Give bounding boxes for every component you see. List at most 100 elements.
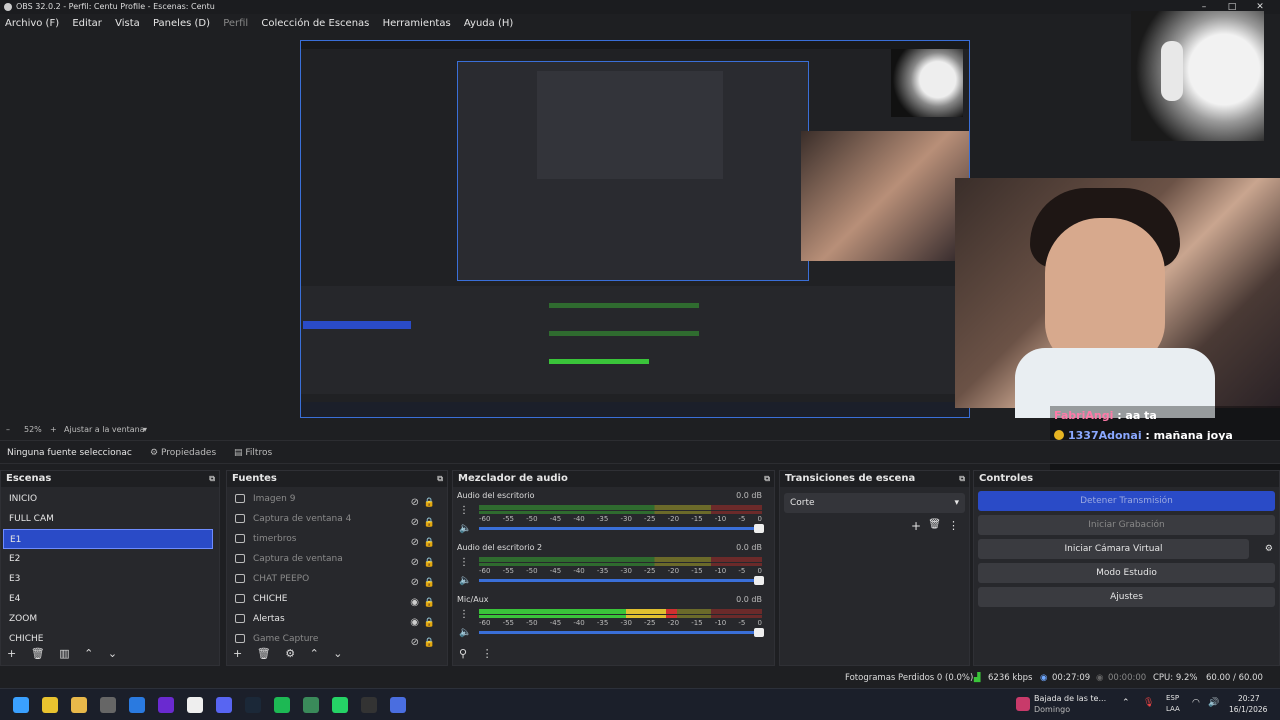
scene-item[interactable]: FULL CAM <box>3 509 213 529</box>
add-transition-button[interactable]: + <box>911 519 921 533</box>
chevron-up-icon[interactable]: ⌃ <box>1122 698 1130 708</box>
menu-editar[interactable]: Editar <box>67 14 107 34</box>
channel-menu-icon[interactable]: ⋮ <box>459 557 469 568</box>
menu-ayuda[interactable]: Ayuda (H) <box>459 14 518 34</box>
stop-stream-button[interactable]: Detener Transmisión <box>978 491 1275 511</box>
zoom-in-button[interactable]: + <box>50 422 57 438</box>
menu-archivo[interactable]: Archivo (F) <box>0 14 64 34</box>
speaker-icon[interactable]: 🔈 <box>459 575 471 586</box>
obs-icon[interactable] <box>361 697 377 713</box>
menu-herramientas[interactable]: Herramientas <box>378 14 456 34</box>
fit-dropdown-icon[interactable]: ▾ <box>143 422 147 438</box>
notion-icon[interactable] <box>187 697 203 713</box>
menu-vista[interactable]: Vista <box>110 14 145 34</box>
channel-db: 0.0 dB <box>736 595 762 604</box>
sources-header: Fuentes ⧉ <box>227 471 447 487</box>
windows-start-icon[interactable] <box>13 697 29 713</box>
move-up-button[interactable]: ⌃ <box>310 647 319 660</box>
source-item[interactable]: CHAT PEEPO ⊘ 🔒 <box>227 569 447 589</box>
transition-menu-icon[interactable]: ⋮ <box>948 519 959 532</box>
studio-mode-button[interactable]: Modo Estudio <box>978 563 1275 583</box>
source-item[interactable]: timerbros ⊘ 🔒 <box>227 529 447 549</box>
volume-slider[interactable] <box>479 576 764 585</box>
calculator-icon[interactable] <box>303 697 319 713</box>
volume-slider[interactable] <box>479 628 764 637</box>
source-item[interactable]: Captura de ventana 4 ⊘ 🔒 <box>227 509 447 529</box>
scene-item[interactable]: E4 <box>3 589 213 609</box>
virtual-cam-settings-icon[interactable]: ⚙ <box>1265 539 1273 559</box>
menu-paneles[interactable]: Paneles (D) <box>148 14 215 34</box>
volume-icon[interactable]: 🔊 <box>1208 698 1219 708</box>
microphone-icon[interactable]: 🎙 <box>1143 698 1154 708</box>
photoshop-icon[interactable] <box>129 697 145 713</box>
zoom-out-button[interactable]: – <box>6 422 10 438</box>
slider-handle[interactable] <box>754 524 764 533</box>
volume-meter <box>479 615 762 618</box>
discord-icon[interactable] <box>216 697 232 713</box>
volume-slider[interactable] <box>479 524 764 533</box>
language-code[interactable]: ESP <box>1166 694 1179 702</box>
chat-username: FabriAngi <box>1054 409 1114 422</box>
wifi-icon[interactable]: ◠ <box>1192 698 1200 708</box>
remove-scene-button[interactable]: 🗑 <box>31 647 45 660</box>
scene-item[interactable]: E1 <box>3 529 213 549</box>
stream-time: 00:27:09 <box>1052 673 1091 683</box>
channel-menu-icon[interactable]: ⋮ <box>459 505 469 516</box>
record-icon: ◉ <box>1096 673 1104 683</box>
app-icon[interactable] <box>390 697 406 713</box>
menu-perfil[interactable]: Perfil <box>218 14 253 34</box>
source-item[interactable]: Captura de ventana ⊘ 🔒 <box>227 549 447 569</box>
source-item[interactable]: Alertas ◉ 🔒 <box>227 609 447 629</box>
obs-recording-icon[interactable] <box>100 697 116 713</box>
chrome-icon[interactable] <box>42 697 58 713</box>
move-up-button[interactable]: ⌃ <box>84 647 93 660</box>
file-explorer-icon[interactable] <box>71 697 87 713</box>
source-settings-button[interactable]: ⚙ <box>285 647 295 660</box>
news-title[interactable]: Bajada de las te... <box>1034 694 1106 703</box>
mixer-link-icon[interactable]: ⚲ <box>459 647 467 660</box>
transition-select[interactable]: Corte ▾ <box>784 493 965 513</box>
start-virtual-camera-button[interactable]: Iniciar Cámara Virtual ⚙ <box>978 539 1273 559</box>
clock-time[interactable]: 20:27 <box>1238 694 1260 703</box>
undock-icon[interactable]: ⧉ <box>764 471 770 487</box>
start-recording-button[interactable]: Iniciar Grabación <box>978 515 1275 535</box>
slider-handle[interactable] <box>754 628 764 637</box>
meter-tick-label: -15 <box>691 515 703 523</box>
source-item[interactable]: CHICHE ◉ 🔒 <box>227 589 447 609</box>
undock-icon[interactable]: ⧉ <box>437 471 443 487</box>
move-down-button[interactable]: ⌄ <box>108 647 117 660</box>
undock-icon[interactable]: ⧉ <box>959 471 965 487</box>
add-scene-button[interactable]: + <box>7 647 16 660</box>
mixer-menu-icon[interactable]: ⋮ <box>482 647 493 660</box>
filters-button[interactable]: ▤ Filtros <box>234 441 272 465</box>
cpu-usage: CPU: 9.2% <box>1153 673 1198 683</box>
channel-menu-icon[interactable]: ⋮ <box>459 609 469 620</box>
scene-item[interactable]: ZOOM <box>3 609 213 629</box>
steam-icon[interactable] <box>245 697 261 713</box>
scene-item[interactable]: E2 <box>3 549 213 569</box>
news-icon <box>1016 697 1030 711</box>
mixer-header: Mezclador de audio ⧉ <box>453 471 774 487</box>
fit-window-button[interactable]: Ajustar a la ventana <box>64 422 145 438</box>
whatsapp-icon[interactable] <box>332 697 348 713</box>
speaker-icon[interactable]: 🔈 <box>459 627 471 638</box>
premiere-icon[interactable] <box>158 697 174 713</box>
menu-coleccion-escenas[interactable]: Colección de Escenas <box>256 14 374 34</box>
add-source-button[interactable]: + <box>233 647 242 660</box>
speaker-icon[interactable]: 🔈 <box>459 523 471 534</box>
remove-source-button[interactable]: 🗑 <box>257 647 271 660</box>
source-item[interactable]: Imagen 9 ⊘ 🔒 <box>227 489 447 509</box>
volume-meter <box>479 557 762 562</box>
spotify-icon[interactable] <box>274 697 290 713</box>
move-down-button[interactable]: ⌄ <box>333 647 342 660</box>
properties-button[interactable]: ⚙ Propiedades <box>150 441 216 465</box>
remove-transition-button[interactable]: 🗑 <box>928 519 941 530</box>
scene-item[interactable]: E3 <box>3 569 213 589</box>
scene-filters-button[interactable]: ▥ <box>59 647 69 660</box>
meter-tick-label: 0 <box>757 619 762 627</box>
meter-tick-label: -10 <box>714 567 727 575</box>
undock-icon[interactable]: ⧉ <box>209 471 215 487</box>
settings-button[interactable]: Ajustes <box>978 587 1275 607</box>
slider-handle[interactable] <box>754 576 764 585</box>
scene-item[interactable]: INICIO <box>3 489 213 509</box>
